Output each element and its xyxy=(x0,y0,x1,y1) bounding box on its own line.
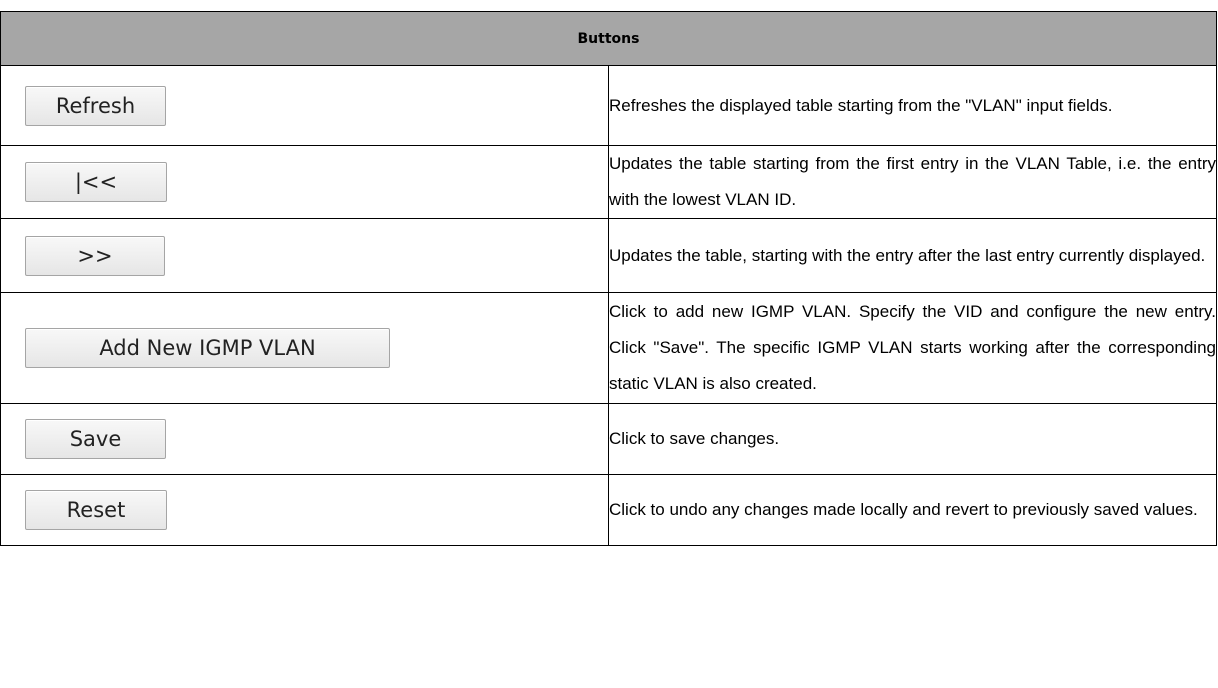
button-cell: >> xyxy=(0,218,609,293)
table-header: Buttons xyxy=(0,11,1217,66)
button-cell: Add New IGMP VLAN xyxy=(0,292,609,404)
next-page-button[interactable]: >> xyxy=(25,235,165,276)
button-cell: Reset xyxy=(0,474,609,546)
table-row: Save Click to save changes. xyxy=(0,403,1217,475)
table-row: Add New IGMP VLAN Click to add new IGMP … xyxy=(0,292,1217,404)
add-new-igmp-vlan-button[interactable]: Add New IGMP VLAN xyxy=(25,328,390,368)
description-cell: Click to add new IGMP VLAN. Specify the … xyxy=(608,292,1217,404)
button-cell: |<< xyxy=(0,145,609,219)
table-row: |<< Updates the table starting from the … xyxy=(0,145,1217,219)
button-cell: Refresh xyxy=(0,65,609,146)
table-row: Refresh Refreshes the displayed table st… xyxy=(0,65,1217,146)
table-row: Reset Click to undo any changes made loc… xyxy=(0,474,1217,546)
reset-button[interactable]: Reset xyxy=(25,490,167,530)
description-cell: Click to save changes. xyxy=(608,403,1217,475)
description-cell: Updates the table starting from the firs… xyxy=(608,145,1217,219)
description-cell: Click to undo any changes made locally a… xyxy=(608,474,1217,546)
table-row: >> Updates the table, starting with the … xyxy=(0,218,1217,293)
description-cell: Refreshes the displayed table starting f… xyxy=(608,65,1217,146)
save-button[interactable]: Save xyxy=(25,419,166,459)
description-cell: Updates the table, starting with the ent… xyxy=(608,218,1217,293)
button-cell: Save xyxy=(0,403,609,475)
refresh-button[interactable]: Refresh xyxy=(25,85,166,126)
buttons-table: Buttons Refresh Refreshes the displayed … xyxy=(0,11,1217,546)
first-page-button[interactable]: |<< xyxy=(25,162,167,202)
table-header-row: Buttons xyxy=(0,11,1217,66)
